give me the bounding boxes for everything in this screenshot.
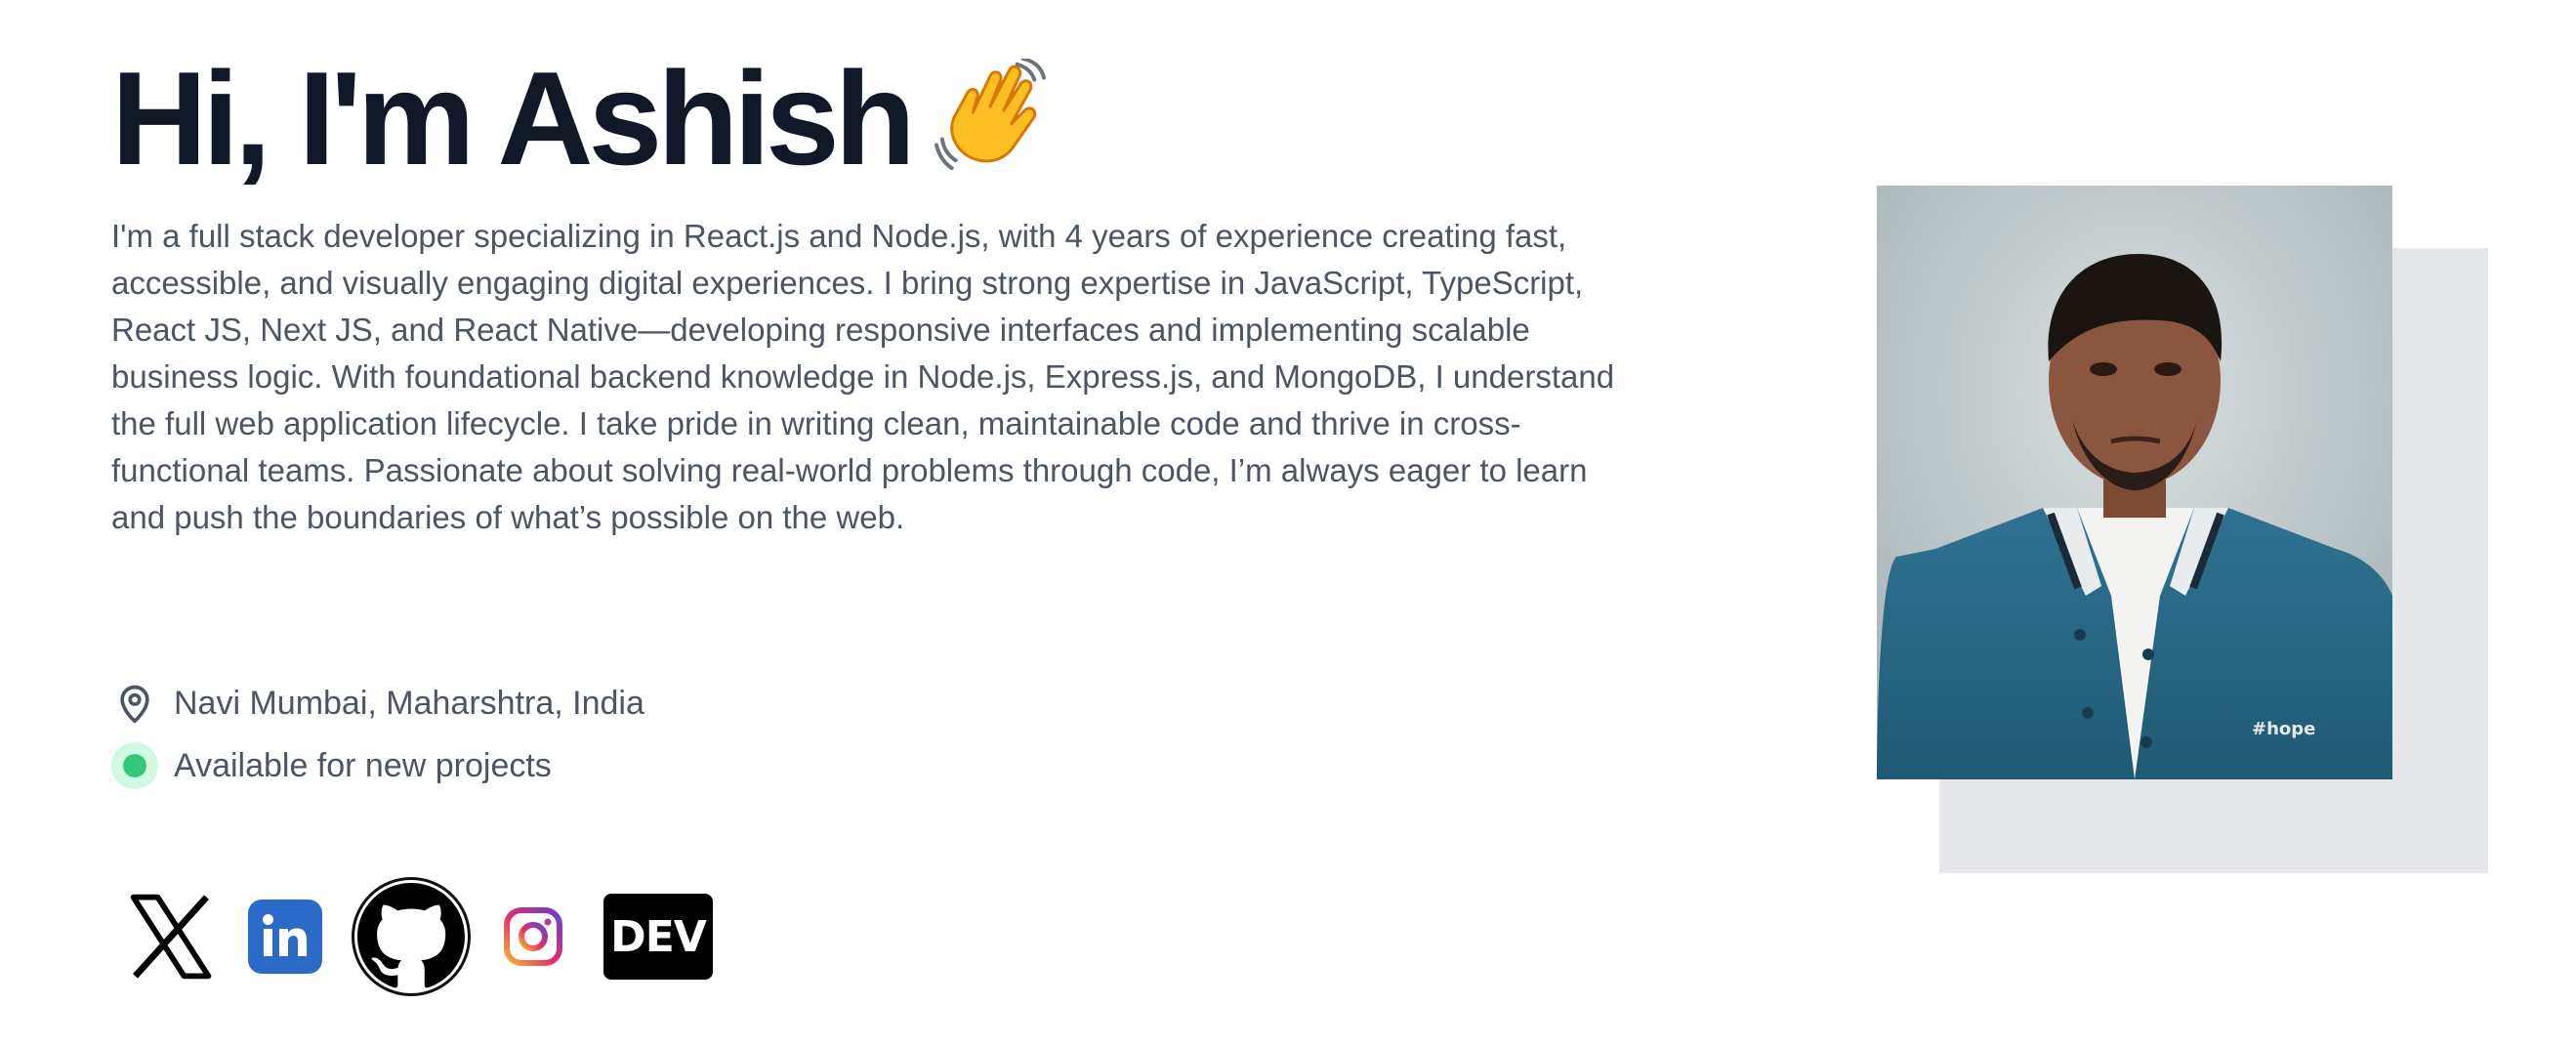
- location-row: Navi Mumbai, Maharshtra, India: [111, 672, 644, 734]
- instagram-icon: [504, 907, 562, 966]
- intro-column: Hi, I'm Ashish I'm a full stack develope…: [111, 47, 1635, 541]
- page-title: Hi, I'm Ashish: [111, 47, 1635, 189]
- instagram-link[interactable]: [500, 903, 566, 970]
- title-text: Hi, I'm Ashish: [111, 44, 916, 192]
- status-dot-icon: [123, 754, 146, 777]
- profile-photo: #hope: [1877, 186, 2392, 779]
- social-links: DEV: [111, 875, 713, 998]
- dev-link[interactable]: DEV: [603, 894, 713, 980]
- linkedin-link[interactable]: [248, 900, 322, 974]
- github-link[interactable]: [352, 877, 471, 996]
- availability-status-indicator: [111, 742, 158, 789]
- x-icon: [130, 894, 212, 980]
- github-icon: [357, 883, 465, 988]
- waving-hand-icon: [934, 59, 1046, 171]
- location-text: Navi Mumbai, Maharshtra, India: [174, 684, 644, 722]
- profile-meta: Navi Mumbai, Maharshtra, India Available…: [111, 672, 644, 797]
- availability-text: Available for new projects: [174, 746, 552, 784]
- bio-paragraph: I'm a full stack developer specializing …: [111, 218, 1615, 535]
- map-pin-icon: [111, 680, 158, 727]
- x-link[interactable]: [111, 877, 230, 996]
- shirt-print-text: #hope: [2252, 719, 2315, 739]
- dev-icon: DEV: [610, 911, 707, 962]
- linkedin-icon: [263, 914, 307, 956]
- availability-row: Available for new projects: [111, 734, 644, 797]
- hero-section: Hi, I'm Ashish I'm a full stack develope…: [0, 0, 2576, 1047]
